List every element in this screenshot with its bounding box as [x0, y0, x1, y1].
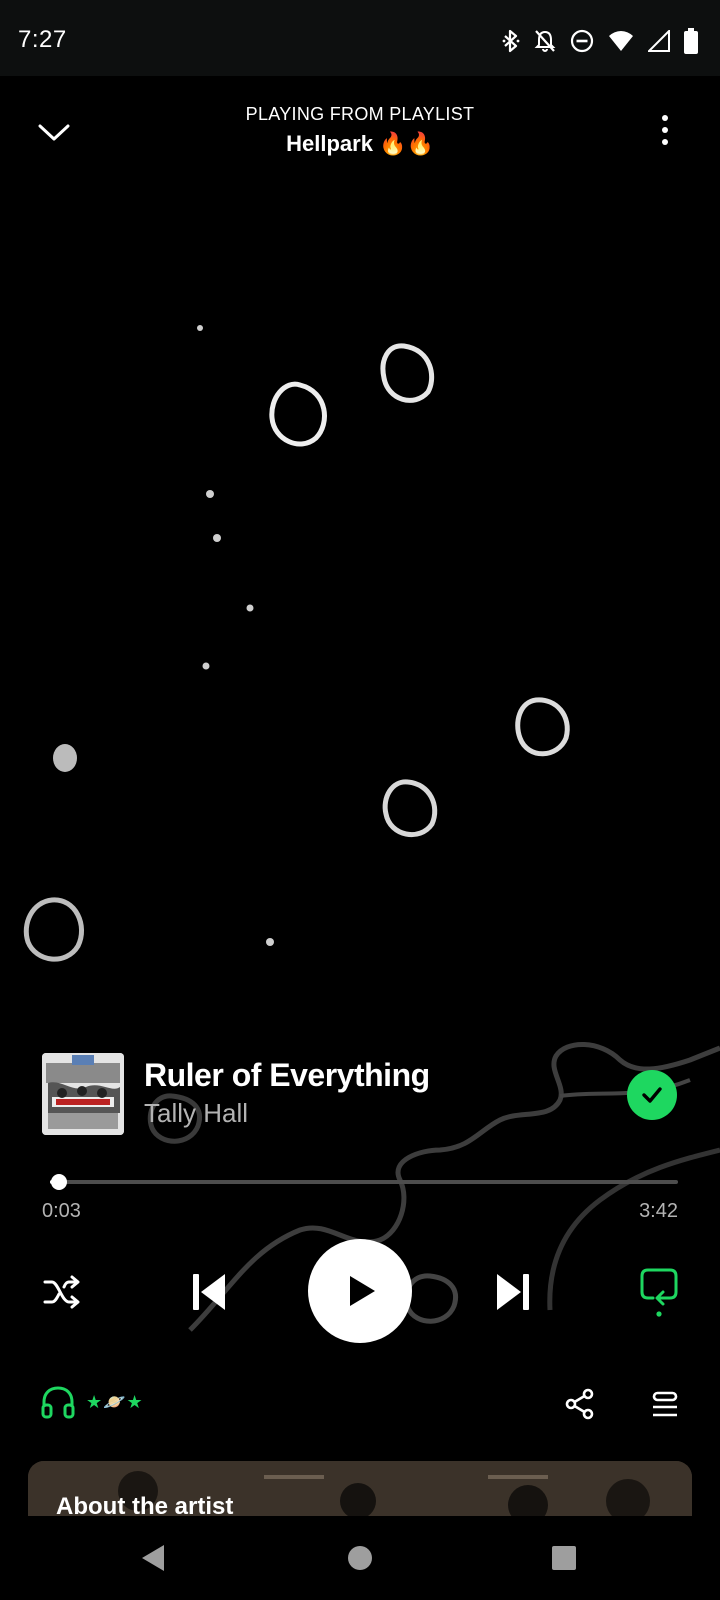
queue-button[interactable]: [650, 1390, 680, 1420]
skip-previous-icon: [193, 1274, 225, 1310]
about-artist-title: About the artist: [56, 1493, 234, 1517]
liked-toggle-button[interactable]: [627, 1070, 677, 1120]
share-button[interactable]: [564, 1388, 596, 1420]
more-options-button[interactable]: [650, 110, 680, 150]
share-icon: [565, 1388, 594, 1420]
progress-bar[interactable]: [50, 1174, 678, 1190]
shuffle-icon: [43, 1275, 80, 1309]
back-triangle-icon: [142, 1545, 164, 1571]
status-time: 7:27: [18, 26, 67, 53]
device-name: ★🪐★: [86, 1391, 144, 1412]
elapsed-time: 0:03: [42, 1200, 81, 1222]
status-icons: [502, 28, 698, 54]
system-navigation-bar: [0, 1516, 720, 1600]
collapse-player-button[interactable]: [34, 112, 74, 152]
next-track-button[interactable]: [490, 1268, 536, 1316]
do-not-disturb-icon: [570, 29, 594, 53]
nav-home-button[interactable]: [320, 1516, 400, 1600]
cell-signal-icon: [648, 30, 670, 52]
check-icon: [642, 1087, 662, 1103]
chevron-down-icon: [38, 124, 70, 141]
repeat-button[interactable]: [636, 1264, 682, 1320]
queue-icon: [652, 1391, 678, 1417]
playing-from-label: PLAYING FROM PLAYLIST: [245, 104, 475, 124]
more-vertical-icon: [662, 115, 668, 145]
recents-square-icon: [552, 1546, 576, 1570]
playlist-context[interactable]: PLAYING FROM PLAYLIST Hellpark 🔥🔥: [160, 104, 560, 157]
total-time: 3:42: [639, 1200, 678, 1222]
bluetooth-icon: [502, 29, 520, 53]
track-artist[interactable]: Tally Hall: [144, 1098, 248, 1129]
nav-back-button[interactable]: [114, 1516, 194, 1600]
skip-next-icon: [497, 1274, 529, 1310]
battery-icon: [684, 28, 698, 54]
playlist-name: Hellpark 🔥🔥: [286, 131, 434, 156]
status-bar: 7:27: [0, 0, 720, 76]
play-icon: [350, 1276, 375, 1306]
about-artist-card[interactable]: About the artist: [28, 1461, 692, 1517]
headphones-icon: [41, 1386, 75, 1419]
nav-recents-button[interactable]: [524, 1516, 604, 1600]
play-button[interactable]: [308, 1239, 412, 1343]
previous-track-button[interactable]: [186, 1268, 232, 1316]
progress-thumb[interactable]: [50, 1174, 67, 1190]
track-title[interactable]: Ruler of Everything: [144, 1057, 430, 1094]
connected-device[interactable]: ★🪐★: [40, 1385, 144, 1419]
shuffle-button[interactable]: [40, 1270, 84, 1314]
notifications-off-icon: [534, 29, 556, 53]
track-info: Ruler of Everything Tally Hall: [42, 1053, 682, 1135]
wifi-icon: [608, 30, 634, 52]
album-cover[interactable]: [42, 1053, 124, 1135]
home-circle-icon: [348, 1546, 372, 1570]
repeat-icon: [640, 1268, 678, 1317]
